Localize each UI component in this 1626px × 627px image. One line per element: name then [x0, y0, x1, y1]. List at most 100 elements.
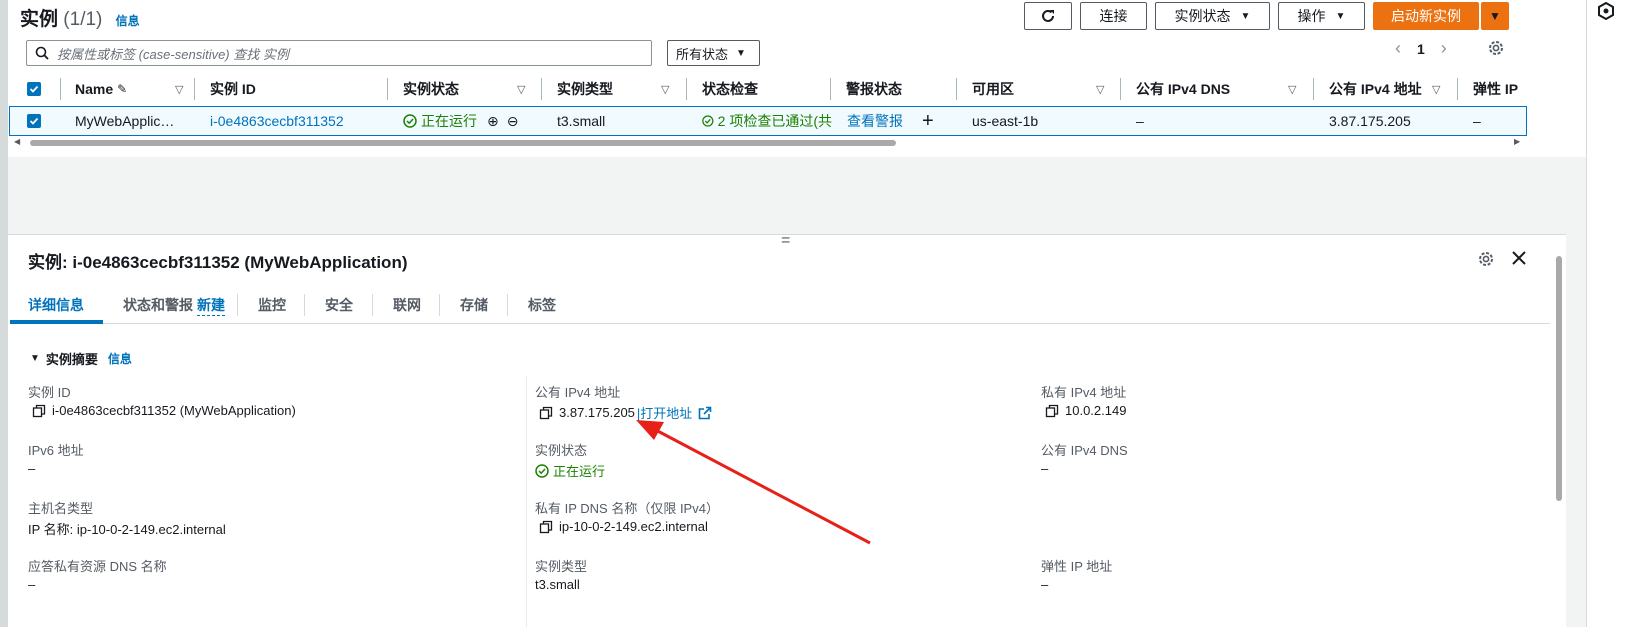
state-value: 正在运行: [535, 461, 605, 480]
right-sidebar: [1586, 0, 1626, 627]
zoom-out-icon[interactable]: ⊖: [507, 113, 519, 130]
connect-label: 连接: [1099, 8, 1128, 24]
launch-label: 启动新实例: [1391, 8, 1461, 24]
instance-id-text: i-0e4863cecbf311352 (MyWebApplication): [52, 403, 296, 418]
private-dns-text: ip-10-0-2-149.ec2.internal: [559, 519, 708, 534]
column-label: 状态检查: [702, 81, 758, 97]
tab-divider: [507, 294, 508, 316]
sort-caret-icon: ▽: [661, 83, 670, 96]
tab-label: 状态和警报: [123, 297, 193, 313]
column-divider: [387, 78, 388, 100]
column-label: 实例 ID: [210, 81, 256, 97]
field-label: 应答私有资源 DNS 名称: [28, 559, 167, 574]
instance-state-label: 实例状态: [1174, 8, 1231, 24]
sort-caret-icon: ▽: [517, 83, 526, 96]
column-divider: [956, 78, 957, 100]
zoom-in-icon[interactable]: ⊕: [487, 113, 499, 130]
column-label: 实例状态: [403, 81, 459, 97]
view-alarms-link[interactable]: 查看警报: [847, 107, 927, 135]
row-checkbox[interactable]: [27, 114, 41, 128]
launch-dropdown-button[interactable]: ▼: [1481, 2, 1509, 30]
scroll-left-icon[interactable]: ◀: [14, 137, 20, 146]
column-name[interactable]: Name ✎ ▽: [75, 76, 193, 102]
copy-icon[interactable]: [32, 404, 46, 418]
check-circle-icon: [403, 114, 417, 128]
column-alarm-status[interactable]: 警报状态: [846, 76, 956, 102]
sort-caret-icon: ▽: [1432, 83, 1441, 96]
column-instance-type[interactable]: 实例类型 ▽: [557, 76, 692, 102]
elastic-ip-value: –: [1041, 577, 1049, 592]
cell-instance-state: 正在运行 ⊕ ⊖: [403, 107, 538, 135]
tab-storage[interactable]: 存储: [460, 286, 488, 324]
column-instance-id[interactable]: 实例 ID: [210, 76, 390, 102]
copy-icon[interactable]: [539, 520, 553, 534]
tab-networking[interactable]: 联网: [393, 286, 421, 324]
column-label: 警报状态: [846, 81, 902, 97]
private-ipv4-text: 10.0.2.149: [1065, 403, 1127, 418]
select-all-checkbox[interactable]: [27, 82, 41, 96]
tab-security[interactable]: 安全: [325, 286, 353, 324]
tab-label: 详细信息: [28, 297, 84, 313]
check-circle-icon: [702, 115, 714, 127]
external-link-icon[interactable]: [698, 406, 712, 420]
pagination: ‹ 1 ›: [1395, 38, 1447, 59]
column-availability-zone[interactable]: 可用区 ▽: [972, 76, 1122, 102]
actions-button[interactable]: 操作 ▼: [1278, 2, 1365, 30]
column-divider: [1457, 78, 1458, 100]
open-address-link[interactable]: |打开地址: [637, 403, 692, 422]
column-status-check[interactable]: 状态检查: [702, 76, 832, 102]
private-dns-value: ip-10-0-2-149.ec2.internal: [539, 519, 708, 534]
tab-monitoring[interactable]: 监控: [258, 286, 286, 324]
instance-state-button[interactable]: 实例状态 ▼: [1155, 2, 1270, 30]
left-edge: [0, 0, 8, 627]
status-filter-value: 所有状态: [676, 46, 729, 62]
scrollbar-thumb[interactable]: [1556, 256, 1562, 501]
copy-icon[interactable]: [539, 406, 553, 420]
cell-elastic-ip: –: [1473, 113, 1481, 129]
title-count: (1/1): [63, 9, 103, 30]
info-link[interactable]: 信息: [108, 350, 132, 367]
field-label: 实例 ID: [28, 385, 71, 400]
scroll-right-icon[interactable]: ▶: [1514, 137, 1520, 146]
tab-tags[interactable]: 标签: [528, 286, 556, 324]
settings-gear-icon[interactable]: [1477, 250, 1495, 268]
column-elastic-ip[interactable]: 弹性 IP: [1473, 76, 1528, 102]
cell-instance-id-link[interactable]: i-0e4863cecbf311352: [210, 107, 380, 135]
column-divider: [1120, 78, 1121, 100]
tab-status-alarms[interactable]: 状态和警报 新建: [123, 286, 225, 324]
tab-divider: [439, 294, 440, 316]
hexagon-icon[interactable]: [1597, 2, 1615, 20]
section-title: 实例摘要: [45, 352, 98, 367]
column-divider: [60, 78, 61, 100]
column-public-dns[interactable]: 公有 IPv4 DNS ▽: [1136, 76, 1316, 102]
status-filter-select[interactable]: 所有状态 ▼: [667, 40, 760, 66]
field-label: IPv6 地址: [28, 443, 84, 458]
column-public-ipv4[interactable]: 公有 IPv4 地址 ▽: [1329, 76, 1459, 102]
column-label: 可用区: [972, 81, 1014, 97]
info-link[interactable]: 信息: [116, 14, 140, 28]
page-number[interactable]: 1: [1417, 41, 1425, 57]
close-icon[interactable]: [1511, 250, 1527, 266]
refresh-button[interactable]: [1024, 2, 1072, 30]
scrollbar-thumb[interactable]: [30, 140, 896, 146]
copy-icon[interactable]: [1045, 404, 1059, 418]
tab-label: 联网: [393, 297, 421, 313]
table-row[interactable]: MyWebApplic… i-0e4863cecbf311352 正在运行 ⊕ …: [9, 106, 1527, 136]
settings-gear-icon[interactable]: [1487, 39, 1505, 57]
resize-handle-icon[interactable]: =: [781, 233, 790, 249]
section-header[interactable]: ▼ 实例摘要 信息: [30, 349, 132, 368]
add-alarm-icon[interactable]: +: [922, 107, 942, 135]
prev-page-icon[interactable]: ‹: [1395, 38, 1401, 59]
launch-instance-button[interactable]: 启动新实例: [1373, 2, 1479, 30]
search-input[interactable]: 按属性或标签 (case-sensitive) 查找 实例: [26, 40, 652, 66]
column-instance-state[interactable]: 实例状态 ▽: [403, 76, 543, 102]
next-page-icon[interactable]: ›: [1441, 38, 1447, 59]
vertical-scrollbar[interactable]: [1552, 246, 1566, 627]
public-ipv4-value: 3.87.175.205 |打开地址: [539, 403, 712, 422]
tab-details[interactable]: 详细信息: [28, 286, 84, 324]
field-label: 公有 IPv4 地址: [535, 385, 621, 400]
connect-button[interactable]: 连接: [1080, 2, 1147, 30]
horizontal-scrollbar[interactable]: ◀ ▶: [8, 137, 1528, 149]
field-label: 主机名类型: [28, 501, 94, 516]
cell-public-ipv4: 3.87.175.205: [1329, 113, 1411, 129]
